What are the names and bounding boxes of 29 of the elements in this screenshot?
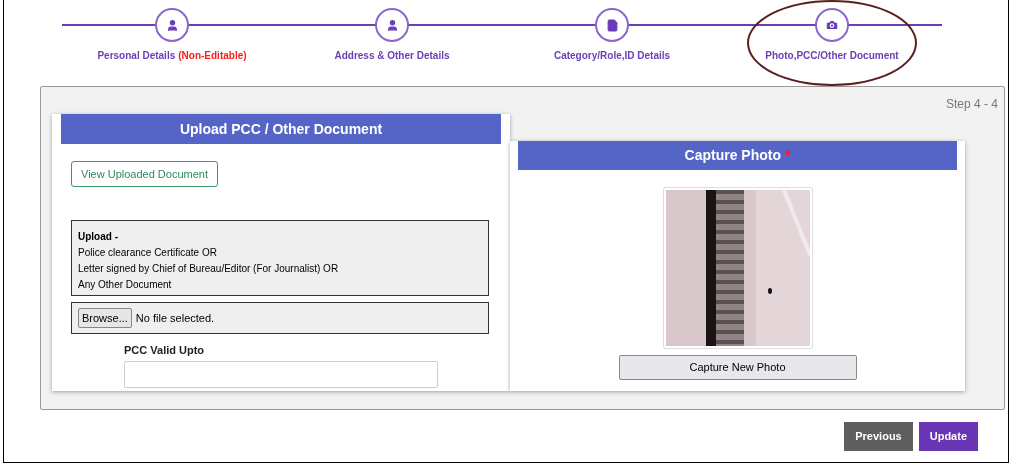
previous-button[interactable]: Previous <box>844 422 913 451</box>
field-label: PCC Valid Upto <box>124 343 206 358</box>
info-line: Police clearance Certificate OR <box>78 246 218 260</box>
file-input[interactable]: Browse... No file selected. <box>71 302 489 334</box>
info-line: Any Other Document <box>78 278 173 292</box>
step-counter: Step 4 - 4 <box>945 96 998 113</box>
step-note: (Non-Editable) <box>178 49 247 63</box>
camera-icon <box>825 18 839 32</box>
step-item[interactable]: Category/Role,ID Details <box>502 0 722 86</box>
card-header: Upload PCC / Other Document <box>61 114 501 144</box>
date-field[interactable] <box>124 360 438 388</box>
step-label: Personal Details <box>97 49 176 63</box>
capture-photo-button[interactable]: Capture New Photo <box>618 355 857 380</box>
info-line: Letter signed by Chief of Bureau/Editor (For Journalist) OR <box>78 262 340 276</box>
browse-button[interactable]: Browse... <box>78 307 132 329</box>
user-icon <box>385 18 399 32</box>
required-mark: * <box>785 146 791 165</box>
document-icon <box>605 18 619 32</box>
step-label: Address & Other Details <box>334 49 450 63</box>
info-heading: Upload - <box>78 230 119 244</box>
file-status: No file selected. <box>135 310 215 326</box>
step-item[interactable]: Personal Details (Non-Editable) <box>62 0 282 86</box>
step-item[interactable]: Address & Other Details <box>282 0 502 86</box>
update-button[interactable]: Update <box>918 422 978 451</box>
view-document-button[interactable]: View Uploaded Document <box>71 161 218 187</box>
user-icon <box>165 18 179 32</box>
step-label: Photo,PCC/Other Document <box>765 49 899 63</box>
step-label: Category/Role,ID Details <box>553 49 671 63</box>
card-title: Capture Photo <box>684 146 781 165</box>
